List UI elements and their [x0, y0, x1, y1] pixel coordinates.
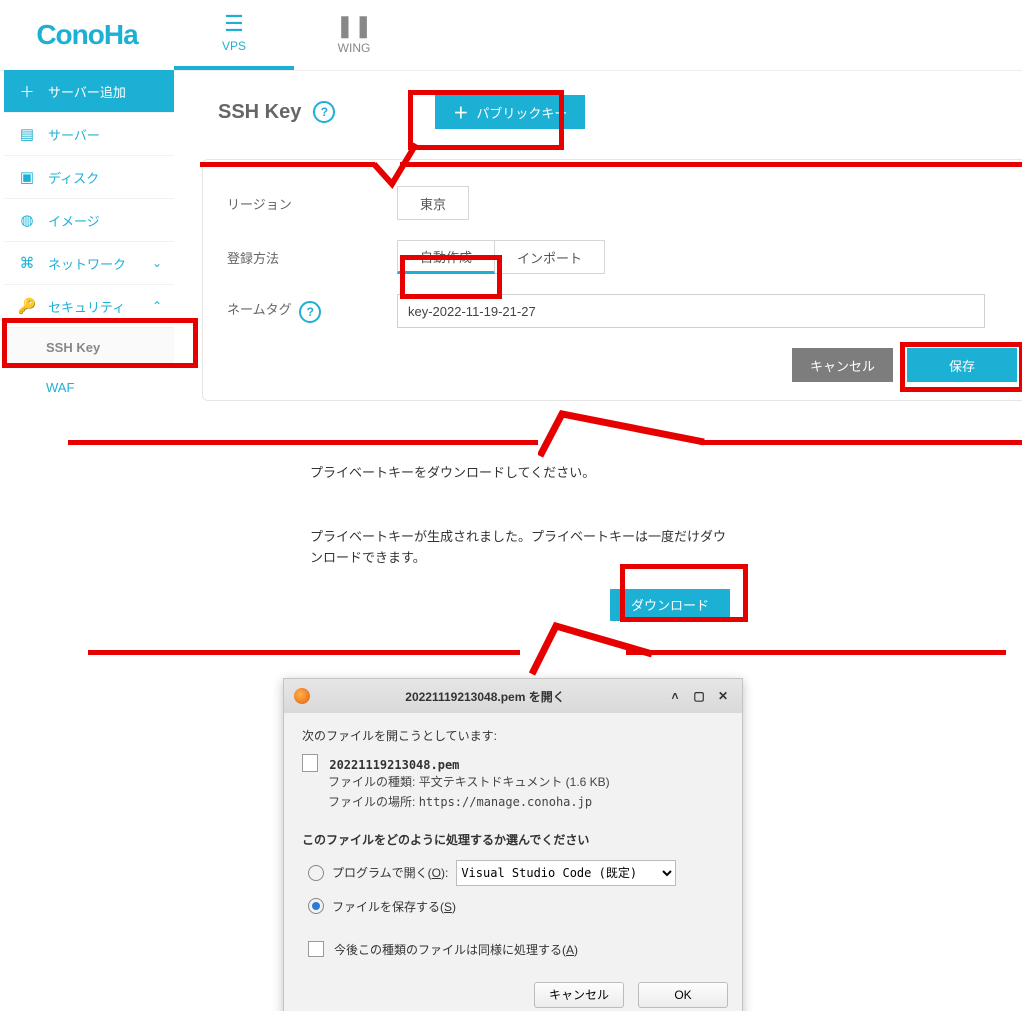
radio-save-file[interactable] — [308, 898, 324, 914]
method-option-auto[interactable]: 自動作成 — [397, 240, 495, 274]
method-option-import[interactable]: インポート — [495, 240, 605, 274]
topnav-wing-label: WING — [338, 41, 371, 55]
help-icon[interactable]: ? — [299, 301, 321, 323]
sidebar-security[interactable]: 🔑 セキュリティ ⌃ — [4, 285, 174, 328]
document-icon — [302, 754, 318, 772]
region-option-tokyo[interactable]: 東京 — [397, 186, 469, 220]
filetype-label: ファイルの種類: — [328, 775, 415, 789]
open-with-row[interactable]: プログラムで開く(O): Visual Studio Code (既定) — [308, 860, 724, 886]
download-dialog: プライベートキーをダウンロードしてください。 プライベートキーが生成されました。… — [310, 462, 740, 621]
filename: 20221119213048.pem — [329, 758, 459, 772]
save-file-label: ファイルを保存する(S) — [332, 898, 456, 915]
sidebar-add-server[interactable]: ＋ サーバー追加 — [4, 70, 174, 113]
create-key-panel: リージョン 東京 登録方法 自動作成 インポート ネームタグ ? キャンセル 保… — [202, 159, 1022, 401]
add-public-key-button[interactable]: ＋ パブリックキー — [435, 95, 585, 129]
sidebar-security-label: セキュリティ — [48, 297, 125, 316]
nametag-label-text: ネームタグ — [227, 302, 292, 317]
logo-text: ConoHa — [36, 19, 137, 51]
action-question: このファイルをどのように処理するか選んでください — [302, 831, 724, 848]
sidebar-disk-label: ディスク — [48, 168, 99, 187]
main-content: SSH Key ? ＋ パブリックキー リージョン 東京 登録方法 自動作成 イ… — [200, 85, 1022, 401]
sidebar-image-label: イメージ — [48, 211, 100, 230]
topnav-vps-label: VPS — [222, 39, 246, 53]
public-key-label: パブリックキー — [476, 103, 567, 122]
disk-icon: ▣ — [16, 168, 38, 186]
download-body: プライベートキーが生成されました。プライベートキーは一度だけダウンロードできます… — [310, 527, 730, 569]
vps-icon: ☰ — [224, 13, 244, 35]
key-icon: 🔑 — [16, 297, 38, 315]
chevron-up-icon: ⌃ — [152, 299, 162, 313]
cancel-button[interactable]: キャンセル — [792, 348, 893, 382]
remember-row[interactable]: 今後この種類のファイルは同様に処理する(A) — [308, 941, 724, 958]
annotation-line — [626, 650, 1006, 655]
panel-actions: キャンセル 保存 — [227, 348, 1017, 382]
dialog-titlebar: 20221119213048.pem を開く ˄ ▢ ✕ — [284, 679, 742, 713]
chevron-down-icon: ⌄ — [152, 256, 162, 270]
region-label: リージョン — [227, 194, 397, 213]
annotation-arrow — [538, 408, 708, 458]
filetype-value: 平文テキストドキュメント (1.6 KB) — [419, 775, 610, 789]
maximize-icon[interactable]: ▢ — [690, 687, 708, 705]
sidebar-add-label: サーバー追加 — [48, 82, 126, 101]
firefox-icon — [294, 688, 310, 704]
logo[interactable]: ConoHa — [0, 0, 174, 70]
save-button[interactable]: 保存 — [907, 348, 1017, 382]
plus-icon: ＋ — [453, 102, 468, 123]
method-label: 登録方法 — [227, 248, 397, 267]
sidebar: ＋ サーバー追加 ▤ サーバー ▣ ディスク ◍ イメージ ⌘ ネットワーク ⌄… — [4, 70, 174, 408]
dialog-body: 次のファイルを開こうとしています: 20221119213048.pem ファイ… — [284, 713, 742, 958]
sidebar-waf[interactable]: WAF — [4, 368, 174, 408]
dialog-actions: キャンセル OK — [284, 958, 742, 1011]
page-title: SSH Key — [218, 101, 301, 124]
sidebar-network[interactable]: ⌘ ネットワーク ⌄ — [4, 242, 174, 285]
plus-icon: ＋ — [16, 81, 38, 102]
sidebar-image[interactable]: ◍ イメージ — [4, 199, 174, 242]
method-row: 登録方法 自動作成 インポート — [227, 240, 1017, 274]
sidebar-network-label: ネットワーク — [48, 254, 126, 273]
opening-file-label: 次のファイルを開こうとしています: — [302, 727, 724, 744]
sidebar-server-label: サーバー — [48, 125, 100, 144]
network-icon: ⌘ — [16, 254, 38, 272]
annotation-arrow — [526, 618, 656, 678]
download-button[interactable]: ダウンロード — [610, 589, 730, 621]
annotation-line — [68, 440, 538, 445]
region-row: リージョン 東京 — [227, 186, 1017, 220]
globe-icon: ◍ — [16, 211, 38, 229]
remember-checkbox[interactable] — [308, 941, 324, 957]
remember-label: 今後この種類のファイルは同様に処理する(A) — [334, 941, 578, 958]
fileloc-value: https://manage.conoha.jp — [419, 795, 592, 809]
file-save-dialog: 20221119213048.pem を開く ˄ ▢ ✕ 次のファイルを開こうと… — [283, 678, 743, 1011]
nametag-row: ネームタグ ? — [227, 294, 1017, 328]
wing-icon: ❚❚ — [336, 15, 373, 37]
close-icon[interactable]: ✕ — [714, 687, 732, 705]
page-header: SSH Key ? ＋ パブリックキー — [218, 95, 1022, 129]
topnav-vps[interactable]: ☰ VPS — [174, 0, 294, 70]
fileloc-line: ファイルの場所: https://manage.conoha.jp — [328, 792, 724, 812]
dialog-ok-button[interactable]: OK — [638, 982, 728, 1008]
open-with-select[interactable]: Visual Studio Code (既定) — [456, 860, 676, 886]
top-bar: ConoHa ☰ VPS ❚❚ WING — [0, 0, 1022, 71]
server-icon: ▤ — [16, 125, 38, 143]
annotation-line — [700, 440, 1022, 445]
annotation-line — [88, 650, 520, 655]
dialog-cancel-button[interactable]: キャンセル — [534, 982, 624, 1008]
topnav-wing[interactable]: ❚❚ WING — [294, 0, 414, 70]
radio-open-with[interactable] — [308, 865, 324, 881]
minimize-icon[interactable]: ˄ — [666, 687, 684, 705]
fileloc-label: ファイルの場所: — [328, 795, 415, 809]
save-file-row[interactable]: ファイルを保存する(S) — [308, 898, 724, 915]
sidebar-sshkey[interactable]: SSH Key — [4, 328, 174, 368]
nametag-label: ネームタグ ? — [227, 299, 397, 323]
nametag-input[interactable] — [397, 294, 985, 328]
sidebar-server[interactable]: ▤ サーバー — [4, 113, 174, 156]
dialog-title: 20221119213048.pem を開く — [310, 688, 660, 705]
filetype-line: ファイルの種類: 平文テキストドキュメント (1.6 KB) — [328, 772, 724, 792]
open-with-label: プログラムで開く(O): — [332, 864, 448, 881]
download-heading: プライベートキーをダウンロードしてください。 — [310, 462, 740, 481]
top-nav: ☰ VPS ❚❚ WING — [174, 0, 414, 70]
sidebar-disk[interactable]: ▣ ディスク — [4, 156, 174, 199]
help-icon[interactable]: ? — [313, 101, 335, 123]
